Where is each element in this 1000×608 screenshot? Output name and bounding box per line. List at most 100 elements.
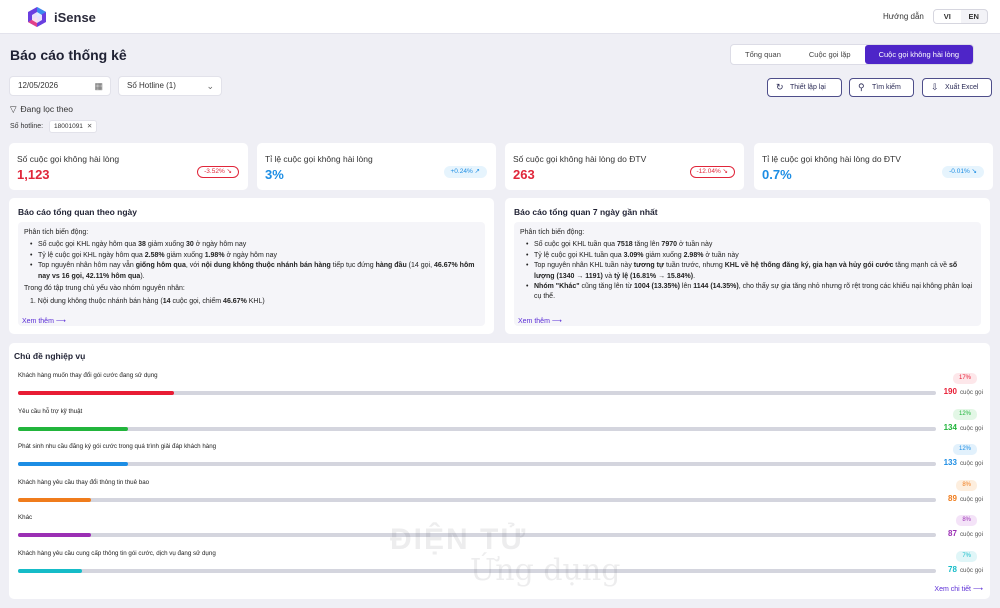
analysis-lead: Phân tích biến động: <box>24 229 89 236</box>
reset-icon: ↻ <box>776 82 784 92</box>
kpi-value: 0.7% <box>762 167 792 182</box>
kpi-change-badge: +0.24% ↗ <box>443 166 487 178</box>
date-picker[interactable]: 12/05/2026 ▦ <box>9 76 111 96</box>
analysis-item: 1. Nội dung không thuộc nhánh bán hàng (… <box>30 298 265 306</box>
arrow-right-icon: ⟶ <box>55 318 66 325</box>
topic-progress-track <box>18 497 936 502</box>
topic-count: 89 cuộc gọi <box>948 493 983 503</box>
search-button[interactable]: ⚲ Tìm kiếm <box>849 78 914 97</box>
kpi-value: 3% <box>265 167 284 182</box>
topic-label: Yêu cầu hỗ trợ kỹ thuật <box>18 407 83 415</box>
arrow-right-icon: ⟶ <box>551 318 562 325</box>
topic-label: Khách hàng muốn thay đổi gói cước đang s… <box>18 372 158 379</box>
topic-progress-fill <box>18 533 92 537</box>
analysis-box: Phân tích biến động: Số cuộc gọi KHL ngà… <box>18 222 485 326</box>
trend-down-icon: ↘ <box>971 168 977 175</box>
page-title: Báo cáo thống kê <box>10 47 127 63</box>
trend-down-icon: ↘ <box>722 168 728 175</box>
tab-unsatisfied-calls[interactable]: Cuộc gọi không hài lòng <box>864 45 974 64</box>
export-label: Xuất Excel <box>945 84 979 91</box>
topic-label: Khác <box>18 514 33 521</box>
topic-count: 78 cuộc gọi <box>948 564 983 574</box>
kpi-label: Tỉ lệ cuộc gọi không hài lòng do ĐTV <box>762 154 901 164</box>
kpi-change-badge: -0.01% ↘ <box>942 166 984 178</box>
export-icon: ⇩ <box>931 82 939 92</box>
analysis-bullet: Số cuộc gọi KHL tuần qua 7518 tăng lên 7… <box>520 240 975 251</box>
reset-button[interactable]: ↻ Thiết lập lại <box>767 78 842 97</box>
daily-report-panel: Báo cáo tổng quan theo ngày Phân tích bi… <box>9 198 494 334</box>
hotline-select-value: Số Hotline (1) <box>127 81 176 90</box>
analysis-bullet: Số cuộc gọi KHL ngày hôm qua 38 giảm xuố… <box>24 240 479 251</box>
hotline-chip: 18001091 ✕ <box>49 120 98 133</box>
topic-label: Khách hàng yêu cầu thay đổi thông tin th… <box>18 478 150 486</box>
brand-name: iSense <box>54 10 96 25</box>
kpi-change-badge: -12.04% ↘ <box>689 166 735 178</box>
kpi-value: 1,123 <box>17 167 50 182</box>
topic-progress-fill <box>18 568 83 573</box>
reset-label: Thiết lập lại <box>790 84 826 91</box>
language-toggle[interactable]: VI EN <box>933 9 988 24</box>
guide-link[interactable]: Hướng dẫn <box>883 12 924 21</box>
watermark-subtext: Ứng dụng <box>470 553 621 588</box>
search-label: Tìm kiếm <box>872 84 901 91</box>
export-excel-button[interactable]: ⇩ Xuất Excel <box>922 78 992 97</box>
topic-progress-fill <box>18 426 129 431</box>
topic-percent-badge: 12% <box>952 408 977 420</box>
analysis-box: Phân tích biến động: Số cuộc gọi KHL tuầ… <box>514 222 981 326</box>
analysis-bullet: Top nguyên nhân KHL tuần này tương tự tu… <box>520 261 975 282</box>
topic-progress-fill <box>18 462 129 466</box>
hotline-filter-label: Số hotline: <box>10 123 44 130</box>
kpi-card-unsatisfied-count: Số cuộc gọi không hài lòng 1,123 -3.52% … <box>9 143 248 190</box>
analysis-bullet: Tỷ lệ cuộc gọi KHL tuần qua 3.09% giảm x… <box>520 251 975 262</box>
topic-percent-badge: 17% <box>952 373 977 384</box>
top-bar: iSense Hướng dẫn VI EN <box>0 0 1000 34</box>
filter-icon: ▽ <box>10 104 17 114</box>
lang-vi[interactable]: VI <box>934 10 961 23</box>
topic-progress-track <box>18 462 936 466</box>
arrow-right-icon: ⟶ <box>972 586 983 593</box>
topic-count: 134 cuộc gọi <box>943 422 983 432</box>
kpi-card-unsatisfied-rate: Tỉ lệ cuộc gọi không hài lòng 3% +0.24% … <box>257 143 496 190</box>
topic-count: 190 cuộc gọi <box>943 387 983 396</box>
watermark-text: ĐIỆN TỬ <box>390 523 528 556</box>
isense-logo-icon <box>28 7 46 27</box>
analysis-focus: Trong đó tập trung chủ yếu vào nhóm nguy… <box>24 285 185 293</box>
search-icon: ⚲ <box>858 82 865 92</box>
kpi-label: Tỉ lệ cuộc gọi không hài lòng <box>265 154 373 164</box>
kpi-card-agent-unsatisfied-count: Số cuộc gọi không hài lòng do ĐTV 263 -1… <box>505 143 744 190</box>
topic-percent-badge: 8% <box>956 515 977 526</box>
hotline-select[interactable]: Số Hotline (1) ⌄ <box>118 76 222 96</box>
kpi-card-agent-unsatisfied-rate: Tỉ lệ cuộc gọi không hài lòng do ĐTV 0.7… <box>754 143 993 190</box>
kpi-label: Số cuộc gọi không hài lòng do ĐTV <box>513 154 647 164</box>
report-tabs: Tổng quan Cuộc gọi lặp Cuộc gọi không hà… <box>730 44 975 65</box>
topic-progress-track <box>18 426 936 431</box>
date-value: 12/05/2026 <box>18 81 59 90</box>
trend-up-icon: ↗ <box>474 168 480 175</box>
analysis-lead: Phân tích biến động: <box>520 229 585 236</box>
trend-down-icon: ↘ <box>226 168 232 175</box>
tab-overview[interactable]: Tổng quan <box>731 45 795 64</box>
topic-progress-track <box>18 391 936 395</box>
tab-repeat-calls[interactable]: Cuộc gọi lặp <box>795 45 865 64</box>
topic-percent-badge: 7% <box>956 550 977 562</box>
topic-label: Khách hàng yêu cầu cung cấp thông tin gó… <box>18 549 216 557</box>
analysis-bullet: Top nguyên nhân hôm nay vẫn giống hôm qu… <box>24 261 479 282</box>
active-filter-heading: ▽ Đang lọc theo <box>10 104 77 115</box>
active-filter-label: Đang lọc theo <box>20 104 73 114</box>
topic-count: 133 cuộc gọi <box>943 458 983 467</box>
topic-count: 87 cuộc gọi <box>948 529 983 538</box>
lang-en[interactable]: EN <box>961 10 988 23</box>
hotline-chip-value: 18001091 <box>54 123 83 130</box>
see-details-link[interactable]: Xem chi tiết ⟶ <box>934 585 983 593</box>
analysis-bullet: Nhóm "Khác" cũng tăng lên từ 1004 (13.35… <box>520 282 975 303</box>
kpi-value: 263 <box>513 167 535 182</box>
panel-title: Báo cáo tổng quan 7 ngày gần nhất <box>514 207 658 217</box>
see-more-link[interactable]: Xem thêm ⟶ <box>518 317 562 325</box>
topic-percent-badge: 8% <box>956 479 977 491</box>
topic-percent-badge: 12% <box>952 444 977 455</box>
see-more-link[interactable]: Xem thêm ⟶ <box>22 317 66 325</box>
calendar-icon: ▦ <box>94 81 103 91</box>
topic-label: Phát sinh nhu cầu đăng ký gói cước trong… <box>18 443 217 450</box>
close-icon[interactable]: ✕ <box>87 123 92 130</box>
panel-title: Báo cáo tổng quan theo ngày <box>18 207 138 217</box>
